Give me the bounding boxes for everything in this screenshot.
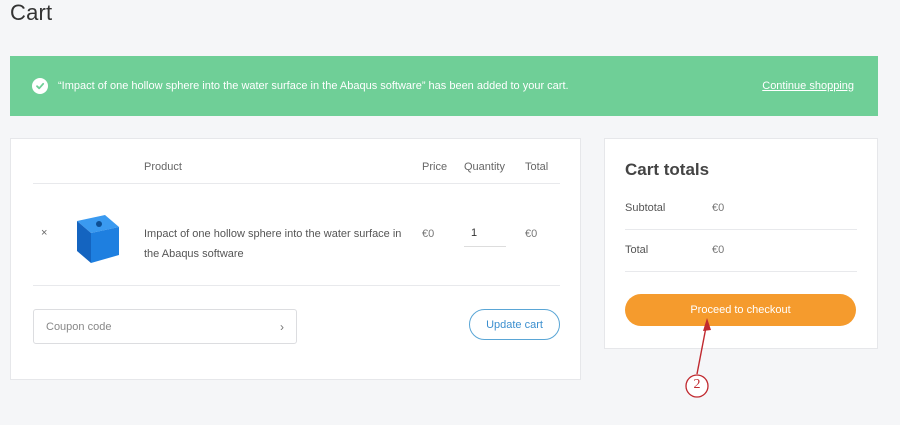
notice-message: “Impact of one hollow sphere into the wa… xyxy=(58,80,569,92)
blue-cube-icon[interactable] xyxy=(69,209,125,265)
product-name-link[interactable]: Impact of one hollow sphere into the wat… xyxy=(144,224,414,264)
apply-coupon-arrow-icon[interactable]: › xyxy=(280,320,284,334)
total-value: €0 xyxy=(712,244,725,256)
subtotal-label: Subtotal xyxy=(625,202,666,214)
remove-item-button[interactable]: × xyxy=(41,227,47,239)
quantity-input[interactable] xyxy=(464,219,506,247)
divider xyxy=(625,229,857,230)
added-to-cart-notice: “Impact of one hollow sphere into the wa… xyxy=(10,56,878,116)
cart-totals-title: Cart totals xyxy=(625,160,710,179)
divider xyxy=(33,285,560,286)
annotation-step-label: 2 xyxy=(693,377,701,392)
divider xyxy=(625,271,857,272)
header-product: Product xyxy=(144,161,182,173)
continue-shopping-link[interactable]: Continue shopping xyxy=(762,80,854,92)
header-total: Total xyxy=(525,161,549,173)
update-cart-button[interactable]: Update cart xyxy=(469,309,560,340)
proceed-to-checkout-button[interactable]: Proceed to checkout xyxy=(625,294,856,326)
item-total: €0 xyxy=(525,228,538,240)
check-circle-icon xyxy=(32,78,48,94)
header-quantity: Quantity xyxy=(464,161,505,173)
cart-totals-panel: Cart totals Subtotal €0 Total €0 Proceed… xyxy=(604,138,878,349)
coupon-field: › xyxy=(33,309,297,344)
cart-table: Product Price Quantity Total × Impact of… xyxy=(10,138,581,380)
page-title: Cart xyxy=(10,0,53,25)
total-label: Total xyxy=(625,244,649,256)
subtotal-value: €0 xyxy=(712,202,725,214)
divider xyxy=(33,183,560,184)
header-price: Price xyxy=(422,161,448,173)
coupon-code-input[interactable] xyxy=(46,320,280,333)
item-price: €0 xyxy=(422,228,435,240)
